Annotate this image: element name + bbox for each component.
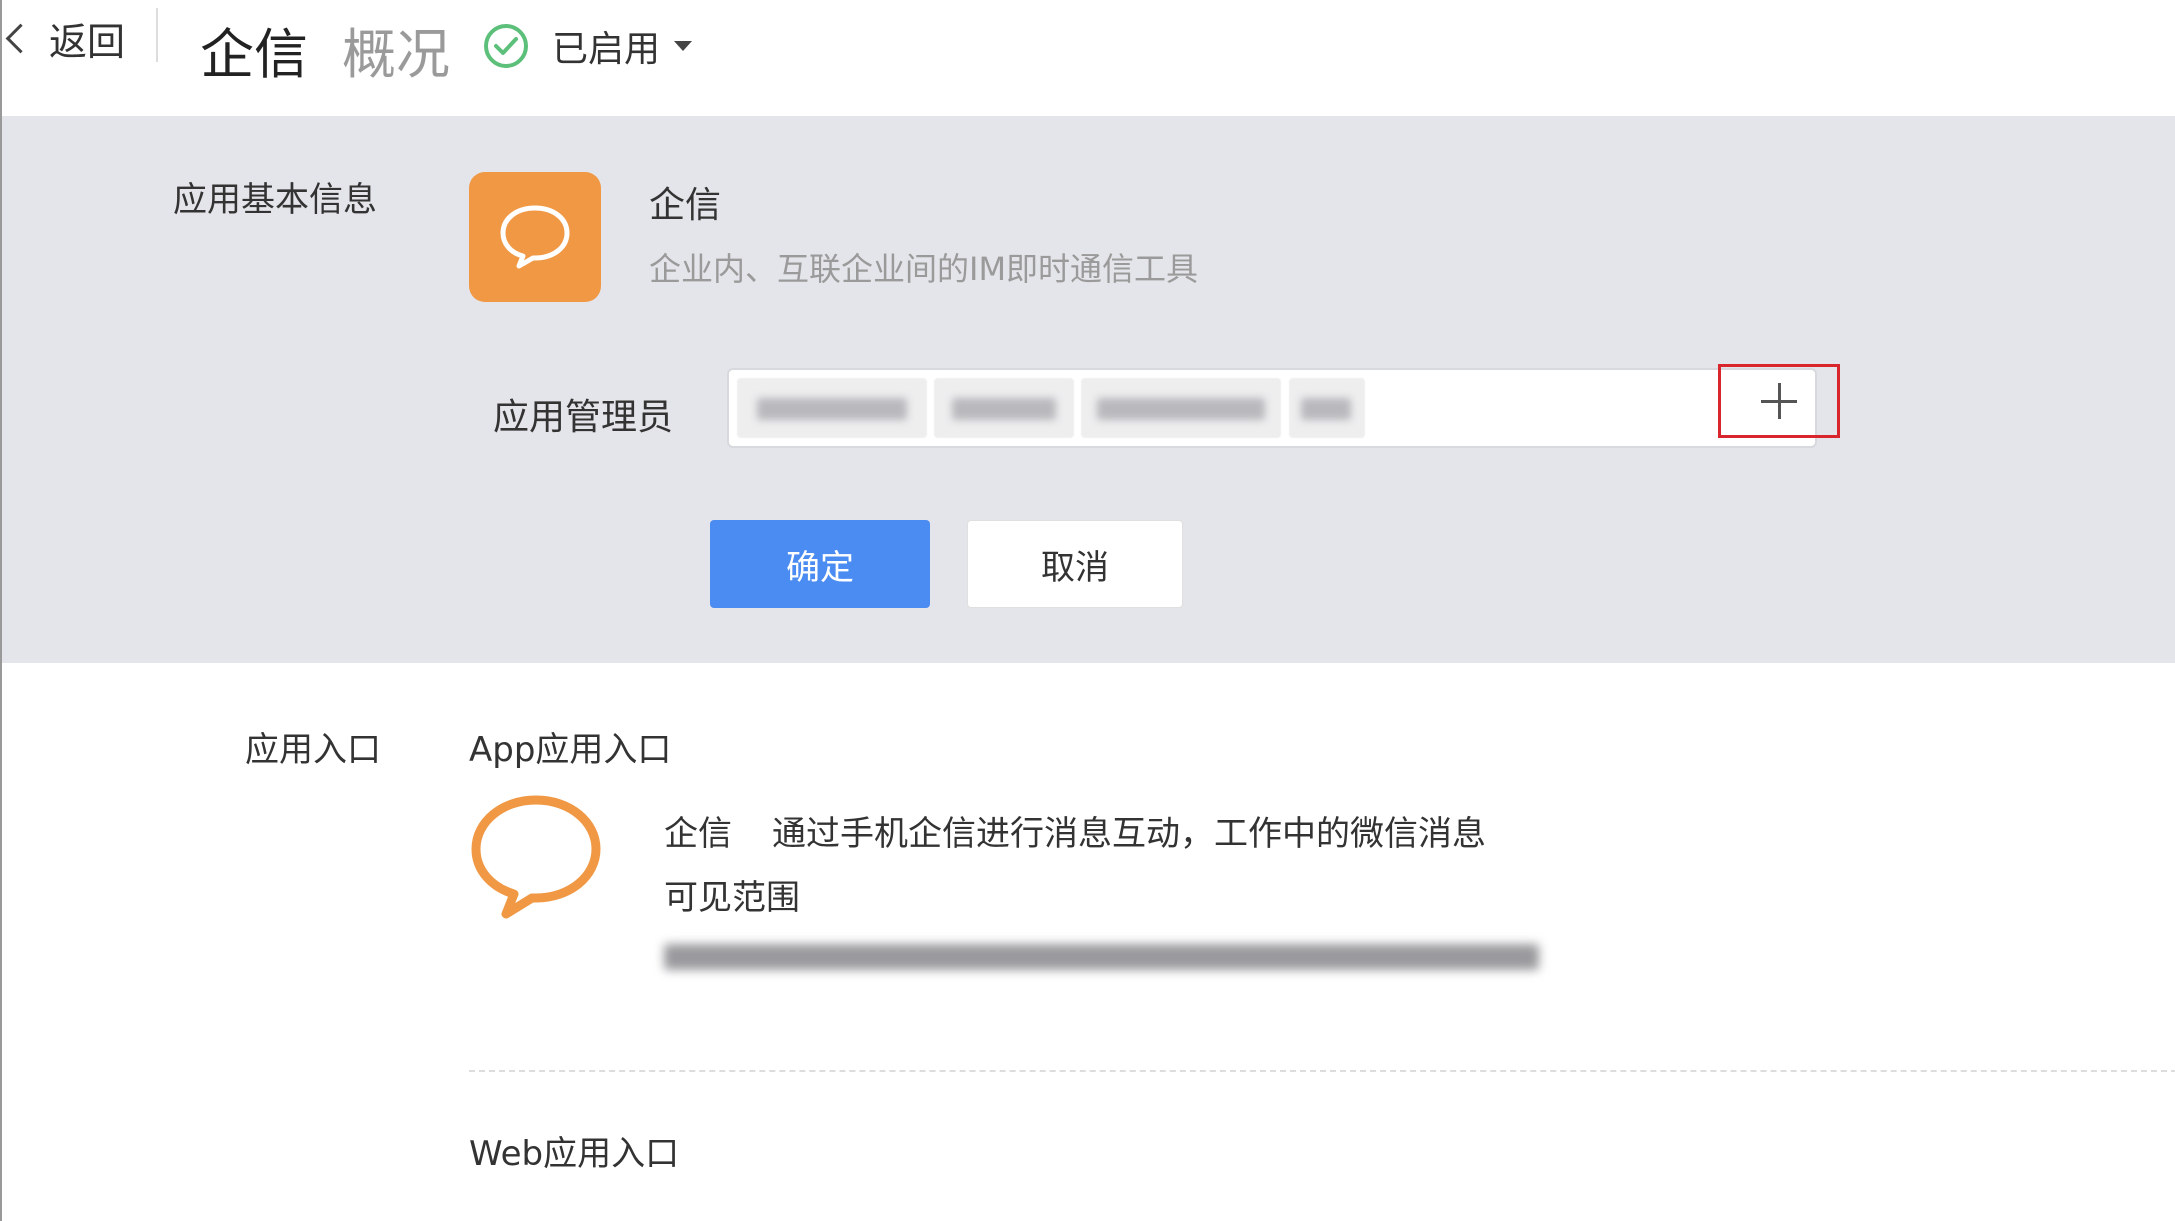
caret-down-icon — [674, 41, 693, 51]
entry-section-label: 应用入口 — [245, 730, 381, 770]
page-title: 企信 — [200, 23, 308, 86]
cancel-button[interactable]: 取消 — [967, 520, 1183, 608]
section-divider — [469, 1070, 2175, 1072]
visible-scope-label: 可见范围 — [664, 878, 800, 918]
app-description: 企业内、互联企业间的IM即时通信工具 — [649, 250, 1199, 288]
visible-scope-value — [664, 938, 1539, 974]
app-settings-page: 返回 企信 概况 已启用 应用基本信息 企信 企业内、互联企业间的IM即时通信工… — [0, 0, 2175, 1221]
chevron-left-icon — [5, 23, 36, 53]
admin-chip[interactable] — [934, 378, 1074, 438]
plus-icon — [1761, 383, 1797, 419]
app-entry-name: 企信 — [664, 814, 732, 854]
app-entry-description: 通过手机企信进行消息互动，工作中的微信消息 — [772, 814, 1486, 854]
admin-label: 应用管理员 — [493, 397, 674, 438]
check-circle-icon — [484, 24, 528, 68]
add-admin-button[interactable] — [1718, 364, 1840, 438]
basic-info-panel: 应用基本信息 企信 企业内、互联企业间的IM即时通信工具 应用管理员 确定 取消 — [2, 116, 2175, 663]
app-entry-title: App应用入口 — [469, 730, 672, 770]
admin-chip[interactable] — [1289, 378, 1365, 438]
chat-bubble-icon — [500, 205, 570, 269]
status-label: 已启用 — [552, 29, 661, 70]
status-dropdown[interactable]: 已启用 — [482, 18, 693, 74]
tab-overview[interactable]: 概况 — [342, 10, 450, 89]
app-name: 企信 — [649, 185, 722, 226]
basic-info-label: 应用基本信息 — [173, 180, 377, 220]
admin-chip[interactable] — [737, 378, 927, 438]
page-header: 返回 企信 概况 已启用 — [2, 0, 2175, 116]
admin-chip[interactable] — [1081, 378, 1281, 438]
confirm-button[interactable]: 确定 — [710, 520, 930, 608]
back-button[interactable]: 返回 — [2, 8, 125, 68]
web-entry-title: Web应用入口 — [469, 1134, 680, 1174]
chat-bubble-icon — [471, 795, 601, 919]
header-divider — [156, 8, 158, 62]
app-icon — [469, 172, 601, 302]
admin-select-field[interactable] — [727, 368, 1817, 448]
back-label: 返回 — [49, 19, 126, 64]
